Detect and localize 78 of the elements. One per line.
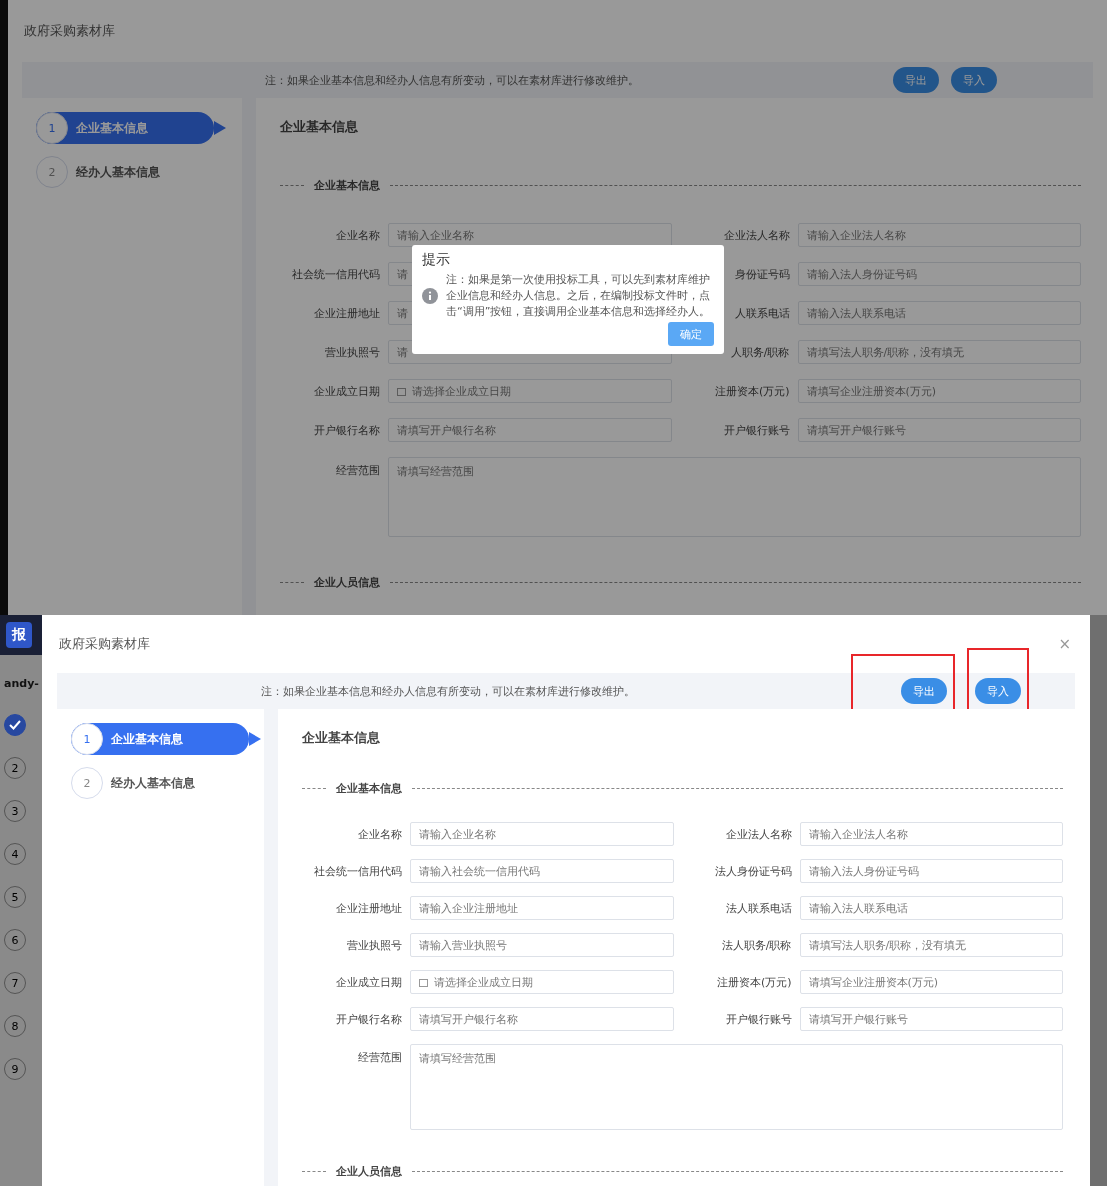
export-button[interactable]: 导出 — [893, 67, 939, 93]
field-label: 社会统一信用代码 — [314, 863, 402, 879]
dialog-title: 提示 — [422, 251, 451, 269]
date-field[interactable]: 请选择企业成立日期 — [410, 970, 674, 994]
input-field[interactable]: 请输入法人身份证号码 — [797, 262, 1081, 286]
field-label: 经营范围 — [336, 463, 380, 478]
notice-text: 注：如果企业基本信息和经办人信息有所变动，可以在素材库进行修改维护。 — [260, 683, 636, 699]
field-label: 注册资本(万元) — [714, 383, 790, 399]
field-label: 企业成立日期 — [336, 974, 402, 990]
alert-message: 注：如果是第一次使用投标工具，可以先到素材库维护企业信息和经办人信息。之后，在编制投标文件时，点击“调用”按钮，直接调用企业基本信息和选择经办人。 — [446, 272, 712, 320]
section-title: 企业基本信息 — [280, 118, 359, 136]
field-label: 企业名称 — [336, 227, 380, 243]
confirm-button[interactable]: 确定 — [668, 322, 714, 346]
user-name: andy- — [4, 677, 40, 690]
field-label: 营业执照号 — [347, 937, 402, 953]
group-title: 企业人员信息 — [336, 1164, 402, 1179]
input-field[interactable]: 请输入法人联系电话 — [799, 896, 1063, 920]
field-label: 企业法人名称 — [725, 826, 792, 842]
step-tab[interactable]: 1 企业基本信息 — [71, 723, 249, 755]
info-icon — [422, 288, 438, 304]
calendar-icon — [419, 977, 428, 987]
field-label: 经营范围 — [358, 1050, 402, 1065]
dialog-title: 政府采购素材库 — [59, 635, 150, 653]
export-button[interactable]: 导出 — [901, 678, 947, 704]
field-label: 开户银行名称 — [314, 422, 380, 438]
group-title: 企业基本信息 — [336, 781, 402, 796]
close-button[interactable]: × — [1054, 635, 1075, 653]
field-label: 社会统一信用代码 — [292, 266, 380, 282]
field-label: 企业名称 — [358, 826, 402, 842]
input-field[interactable]: 请输入营业执照号 — [410, 933, 674, 957]
group-title: 企业人员信息 — [314, 575, 380, 590]
date-field[interactable]: 请选择企业成立日期 — [388, 379, 672, 403]
input-field[interactable]: 请填写企业注册资本(万元) — [797, 379, 1081, 403]
pointer-icon — [249, 732, 261, 746]
field-label: 法人身份证号码 — [714, 863, 792, 879]
field-label: 企业成立日期 — [314, 383, 380, 399]
field-label: 营业执照号 — [325, 344, 380, 360]
field-label: 人职务/职称 — [730, 344, 790, 360]
input-field[interactable]: 请填写法人职务/职称，没有填无 — [799, 933, 1063, 957]
field-label: 法人联系电话 — [725, 900, 792, 916]
input-field[interactable]: 请填写开户银行账号 — [797, 418, 1081, 442]
field-label: 人联系电话 — [734, 305, 790, 321]
input-field[interactable]: 请填写开户银行名称 — [388, 418, 672, 442]
input-field[interactable]: 请输入企业法人名称 — [797, 223, 1081, 247]
import-button[interactable]: 导入 — [951, 67, 997, 93]
field-label: 开户银行名称 — [336, 1011, 402, 1027]
step-tab[interactable]: 1 企业基本信息 — [36, 112, 214, 144]
group-title: 企业基本信息 — [314, 178, 380, 193]
field-label: 开户银行账号 — [723, 422, 790, 438]
field-label: 企业注册地址 — [336, 900, 402, 916]
field-label: 身份证号码 — [734, 266, 790, 282]
input-field[interactable]: 请输入社会统一信用代码 — [410, 859, 674, 883]
pointer-icon — [214, 121, 226, 135]
field-label: 注册资本(万元) — [716, 974, 792, 990]
section-title: 企业基本信息 — [302, 729, 381, 747]
input-field[interactable]: 请填写开户银行账号 — [799, 1007, 1063, 1031]
field-label: 开户银行账号 — [725, 1011, 792, 1027]
check-step-icon — [4, 714, 26, 736]
input-field[interactable]: 请输入企业法人名称 — [799, 822, 1063, 846]
input-field[interactable]: 请输入企业注册地址 — [410, 896, 674, 920]
field-label: 企业注册地址 — [314, 305, 380, 321]
step-tab[interactable]: 2 经办人基本信息 — [36, 156, 214, 188]
textarea-field[interactable]: 请填写经营范围 — [410, 1044, 1063, 1130]
calendar-icon — [397, 386, 406, 396]
dialog-title: 政府采购素材库 — [24, 22, 115, 40]
input-field[interactable]: 请输入企业名称 — [410, 822, 674, 846]
input-field[interactable]: 请填写企业注册资本(万元) — [799, 970, 1063, 994]
step-tab[interactable]: 2 经办人基本信息 — [71, 767, 249, 799]
notice-text: 注：如果企业基本信息和经办人信息有所变动，可以在素材库进行修改维护。 — [263, 72, 640, 88]
input-field[interactable]: 请填写开户银行名称 — [410, 1007, 674, 1031]
import-button[interactable]: 导入 — [975, 678, 1021, 704]
field-label: 法人职务/职称 — [721, 937, 792, 953]
input-field[interactable]: 请输入法人联系电话 — [797, 301, 1081, 325]
app-logo: 报 — [6, 622, 32, 648]
textarea-field[interactable]: 请填写经营范围 — [388, 457, 1081, 537]
input-field[interactable]: 请输入法人身份证号码 — [799, 859, 1063, 883]
field-label: 企业法人名称 — [723, 227, 790, 243]
input-field[interactable]: 请填写法人职务/职称，没有填无 — [797, 340, 1081, 364]
